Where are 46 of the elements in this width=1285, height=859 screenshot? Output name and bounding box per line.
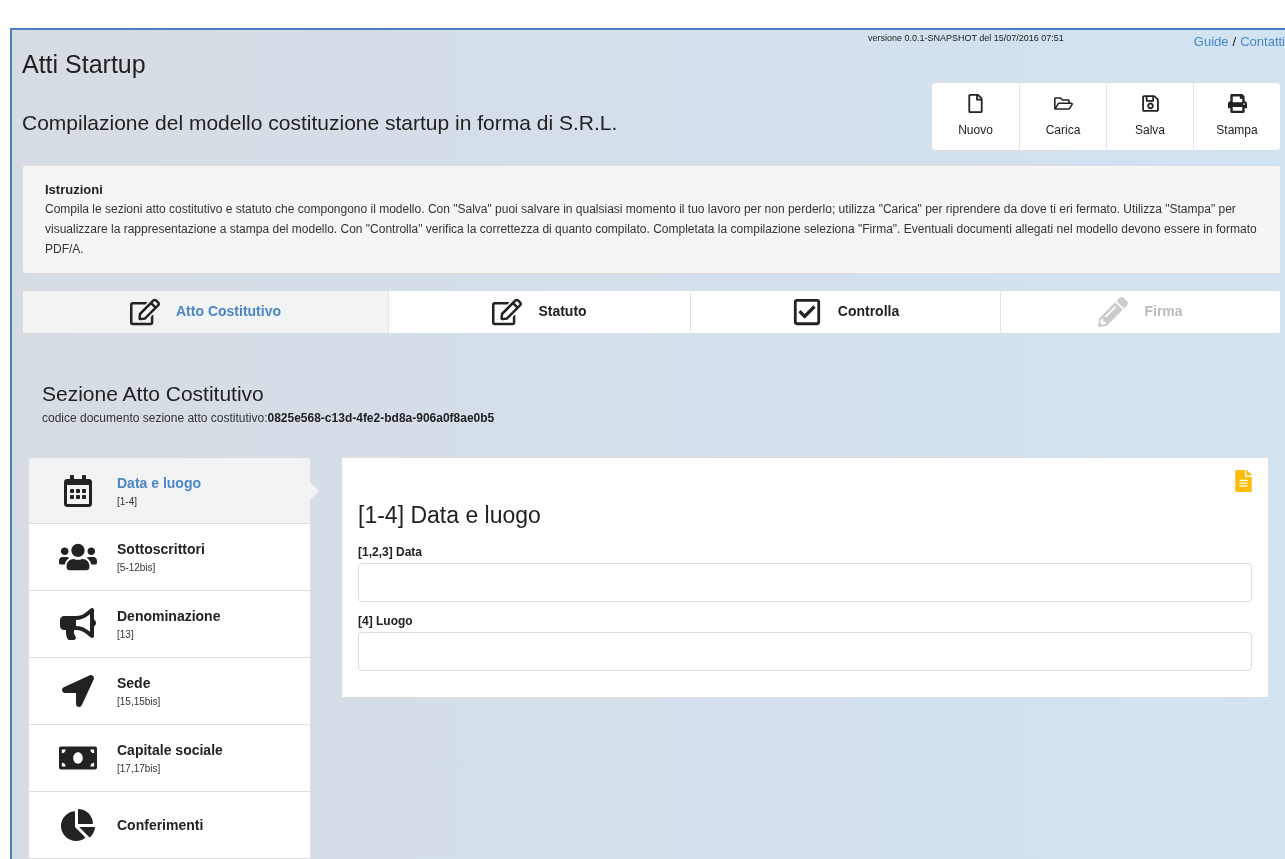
toolbar-button[interactable]: Nuovo (932, 82, 1019, 150)
app-title: Atti Startup (22, 49, 146, 80)
pie-chart-icon (59, 809, 97, 841)
save-icon (1140, 93, 1160, 113)
sidebar-item[interactable]: Sede [15,15bis] (28, 658, 311, 725)
version-text: versione 0.0.1-SNAPSHOT del 15/07/2016 07:51 (867, 32, 1064, 45)
print-icon (1227, 93, 1247, 113)
sidebar-item[interactable]: Denominazione [13] (28, 591, 311, 658)
item-code: [17,17bis] (117, 762, 162, 776)
field-label: [1,2,3] Data (358, 543, 424, 561)
page-subtitle: Compilazione del modello costituzione startup in forma di S.R.L. (22, 110, 618, 137)
separator-text: / (1232, 33, 1237, 51)
edit-icon (492, 296, 523, 327)
sidebar-item[interactable]: Capitale sociale [17,17bis] (28, 725, 311, 792)
item-label: Sede (117, 674, 152, 693)
section-title: Sezione Atto Costitutivo (42, 380, 265, 407)
section-code-text: codice documento sezione atto costitutivo:0825e568-c13d-4fe2-bd8a-906a0f8ae0b5 (42, 410, 496, 427)
field-label: [4] Luogo (358, 612, 414, 630)
selection-pointer-icon (310, 482, 319, 500)
pencil-icon (1098, 296, 1129, 327)
toolbar-button[interactable]: Carica (1019, 82, 1106, 150)
item-label: Data e luogo (117, 473, 201, 493)
item-label: Sottoscrittori (117, 540, 205, 559)
sidebar-item[interactable]: Conferimenti (28, 792, 311, 859)
item-label: Denominazione (117, 607, 221, 626)
instructions-title: Istruzioni (45, 180, 104, 199)
input-field[interactable] (358, 562, 1252, 602)
document-icon (966, 93, 985, 113)
item-code: [5-12bis] (117, 561, 157, 575)
sidebar-item[interactable]: Sottoscrittori [5-12bis] (28, 524, 311, 591)
form-title: [1-4] Data e luogo (358, 501, 542, 530)
edit-icon (130, 296, 160, 327)
item-code: [1-4] (117, 494, 138, 509)
item-code: [15,15bis] (117, 695, 161, 709)
item-code: [13] (117, 628, 135, 642)
location-arrow-icon (59, 675, 97, 707)
input-field[interactable] (358, 631, 1252, 671)
megaphone-icon (59, 608, 97, 640)
document-icon (1235, 470, 1252, 492)
instructions-text: Compila le sezioni atto costitutivo e statuto che compongono il modello. Con "Salva" puoi salvare in qualsiasi momento il tuo lavoro per non perderlo; utilizza "Carica" per riprendere da dove ti eri fermato. Utilizza "Stampa" per visualizzare la rappresentazione a stampa del modello. Con "Controlla" verifica la correttezza di quanto compilato. Completata la compilazione seleziona "Firma". Eventuali documenti allegati nel modello devono essere in formato PDF/A. (45, 201, 1258, 258)
item-label: Conferimenti (117, 815, 204, 835)
item-label: Capitale sociale (117, 741, 223, 760)
checkbox-icon (791, 296, 822, 327)
users-icon (59, 541, 97, 573)
toolbar-button[interactable]: Salva (1106, 82, 1193, 150)
toolbar-button[interactable]: Stampa (1193, 82, 1280, 150)
